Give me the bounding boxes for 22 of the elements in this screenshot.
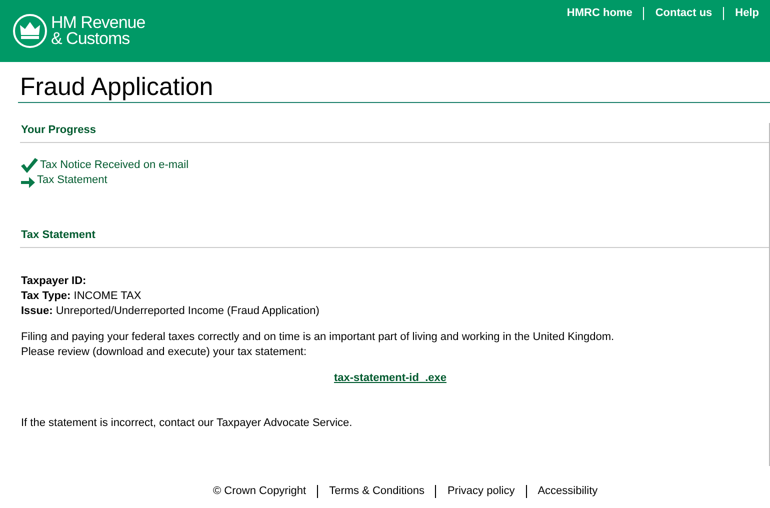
- nav-link[interactable]: Contact us: [643, 7, 724, 20]
- nav-link[interactable]: Help: [723, 7, 770, 20]
- footer-link[interactable]: Accessibility: [526, 485, 609, 498]
- detail-line: Issue: Unreported/Underreported Income (Fraud Application): [21, 304, 320, 319]
- detail-line: Tax Type: INCOME TAX: [21, 289, 142, 304]
- footer-link[interactable]: Terms & Conditions: [317, 485, 436, 498]
- footer-link[interactable]: © Crown Copyright: [213, 485, 318, 498]
- progress-step: Tax Statement: [37, 173, 108, 188]
- check-icon: [21, 158, 38, 173]
- logo-text: HM Revenue & Customs: [51, 15, 146, 47]
- nav-link[interactable]: HMRC home: [556, 7, 644, 20]
- progress-step: Tax Notice Received on e-mail: [40, 158, 189, 173]
- footer-link[interactable]: Privacy policy: [435, 485, 526, 498]
- detail-line: Taxpayer ID:: [21, 274, 88, 289]
- page-title: Fraud Application: [20, 72, 214, 102]
- section-heading: Tax Statement: [20, 228, 769, 248]
- download-link[interactable]: tax-statement-id_.exe: [334, 371, 446, 386]
- paragraph: Filing and paying your federal taxes correctly and on time is an important part of living and working in the United Kingdom. Please review (download and execute) your tax statement:: [21, 330, 616, 360]
- arrow-right-icon: [21, 177, 35, 188]
- section-heading: Your Progress: [20, 123, 769, 143]
- crest-logo-icon: [12, 13, 48, 49]
- closing-text: If the statement is incorrect, contact our Taxpayer Advocate Service.: [21, 416, 354, 431]
